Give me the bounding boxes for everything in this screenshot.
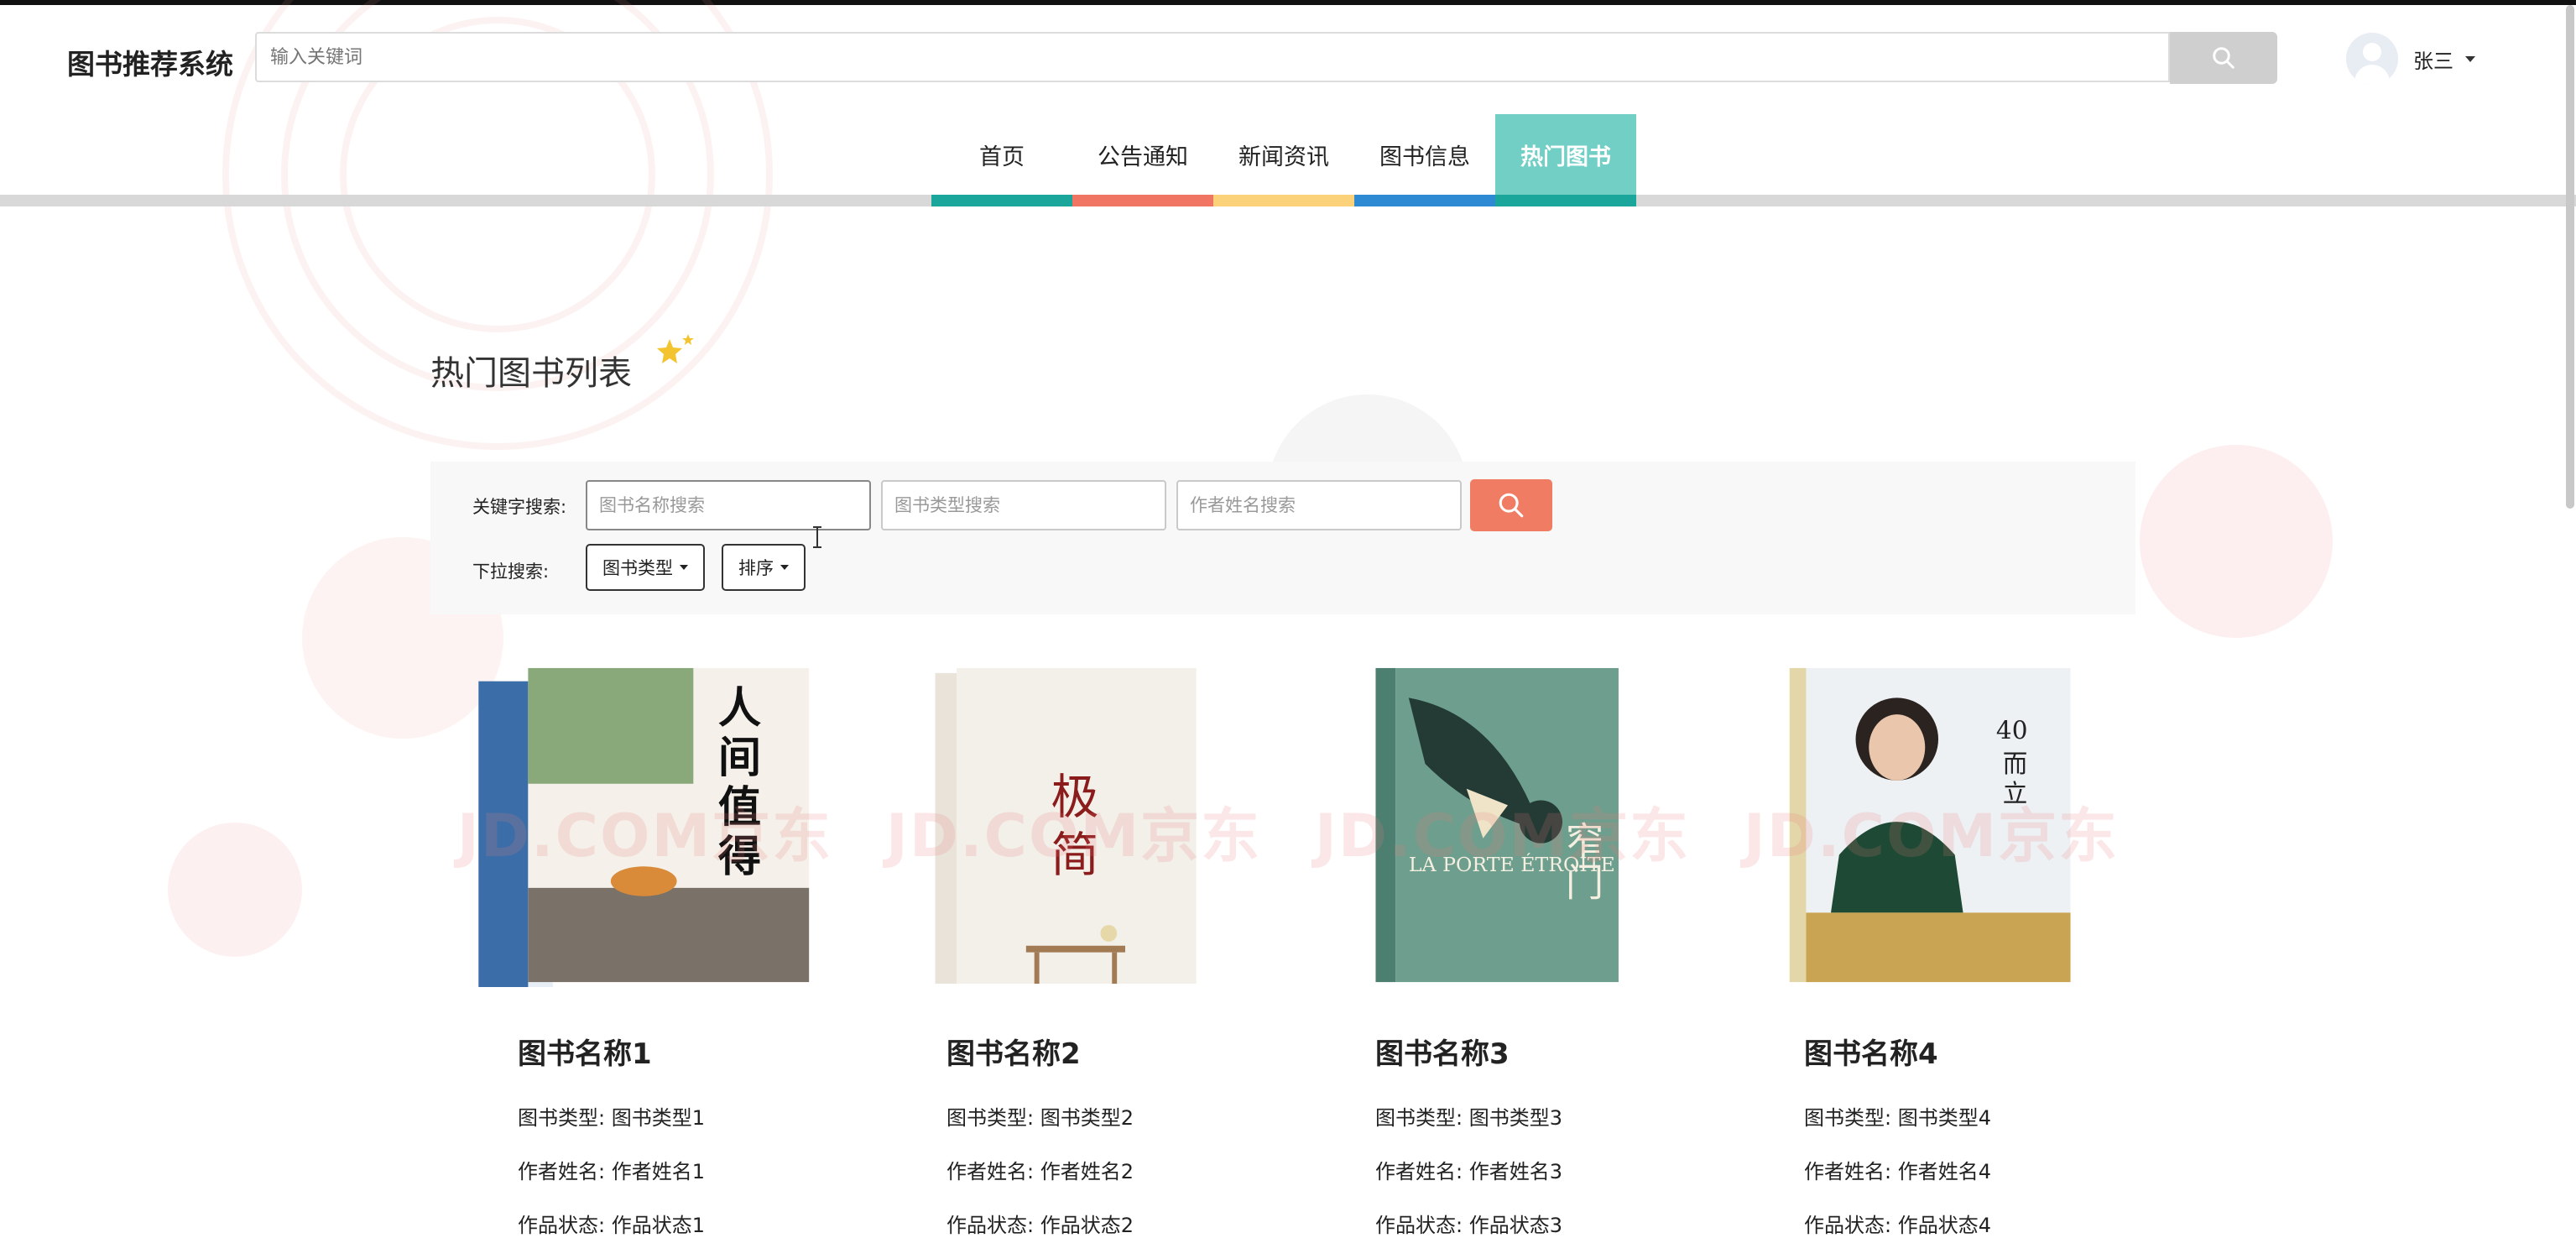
- chevron-down-icon: [2465, 55, 2475, 62]
- book-status-line: 作品状态: 作品状态2: [946, 1209, 1134, 1238]
- field-label: 作者姓名:: [1804, 1160, 1892, 1183]
- nav-item-books[interactable]: 图书信息: [1354, 114, 1495, 206]
- book-type-line: 图书类型: 图书类型4: [1804, 1101, 1991, 1131]
- user-name: 张三: [2413, 49, 2453, 73]
- svg-text:间: 间: [718, 733, 761, 783]
- book-type-search-input[interactable]: 图书类型搜索: [881, 480, 1166, 530]
- svg-text:人: 人: [718, 683, 761, 734]
- dropdown-label: 排序: [738, 558, 774, 578]
- nav-item-notice[interactable]: 公告通知: [1072, 114, 1213, 206]
- window-top-edge: [0, 0, 2576, 5]
- nav-color-bar: [1495, 195, 1636, 206]
- search-icon: [1499, 493, 1524, 518]
- field-value: 图书类型4: [1897, 1106, 1992, 1130]
- sort-dropdown[interactable]: 排序: [722, 544, 806, 591]
- nav-item-label: 新闻资讯: [1238, 144, 1329, 170]
- dropdown-label: 图书类型: [602, 558, 673, 578]
- field-value: 作者姓名3: [1468, 1160, 1563, 1183]
- field-label: 图书类型:: [1804, 1106, 1892, 1130]
- author-search-input[interactable]: 作者姓名搜索: [1176, 480, 1462, 530]
- nav-color-bar: [1072, 195, 1213, 206]
- nav-item-news[interactable]: 新闻资讯: [1213, 114, 1354, 206]
- search-button[interactable]: [2170, 32, 2277, 84]
- field-value: 作者姓名2: [1040, 1160, 1134, 1183]
- nav-item-label: 公告通知: [1098, 144, 1188, 170]
- field-label: 作品状态:: [946, 1214, 1035, 1237]
- bg-decor-circle: [2140, 445, 2333, 638]
- book-status-line: 作品状态: 作品状态3: [1375, 1209, 1562, 1238]
- book-author-line: 作者姓名: 作者姓名2: [946, 1155, 1134, 1184]
- nav-item-label: 图书信息: [1379, 144, 1470, 170]
- star-icon: [657, 334, 694, 363]
- search-input[interactable]: [255, 32, 2170, 82]
- search-icon: [2213, 47, 2234, 69]
- svg-text:而: 而: [2003, 750, 2028, 778]
- nav-color-bar: [1213, 195, 1354, 206]
- book-type-line: 图书类型: 图书类型2: [946, 1101, 1134, 1131]
- nav-item-hot-books[interactable]: 热门图书: [1495, 114, 1636, 206]
- field-value: 图书类型2: [1040, 1106, 1134, 1130]
- field-label: 作品状态:: [1804, 1214, 1892, 1237]
- book-name[interactable]: 图书名称3: [1375, 1031, 1510, 1072]
- book-name[interactable]: 图书名称2: [946, 1031, 1081, 1072]
- nav-item-label: 首页: [979, 144, 1025, 170]
- page-title: 热门图书列表: [430, 354, 632, 393]
- field-label: 图书类型:: [946, 1106, 1035, 1130]
- book-status-line: 作品状态: 作品状态1: [518, 1209, 705, 1238]
- book-author-line: 作者姓名: 作者姓名4: [1804, 1155, 1991, 1184]
- user-menu[interactable]: 张三: [2346, 32, 2475, 86]
- book-name[interactable]: 图书名称1: [518, 1031, 652, 1072]
- field-value: 图书类型1: [611, 1106, 706, 1130]
- watermark: JD.COM京东: [456, 802, 833, 870]
- watermark: JD.COM京东: [885, 802, 1262, 870]
- dropdown-search-label: 下拉搜索:: [472, 562, 550, 582]
- avatar: [2346, 33, 2398, 85]
- text-cursor-icon: [813, 526, 821, 548]
- book-type-line: 图书类型: 图书类型3: [1375, 1101, 1562, 1131]
- scrollbar[interactable]: [2566, 5, 2574, 509]
- field-value: 作品状态4: [1897, 1214, 1992, 1237]
- book-name-search-input[interactable]: 图书名称搜索: [586, 480, 871, 530]
- field-label: 作者姓名:: [518, 1160, 606, 1183]
- book-type-dropdown[interactable]: 图书类型: [586, 544, 705, 591]
- nav-item-label: 热门图书: [1520, 144, 1611, 170]
- filter-search-button[interactable]: [1470, 479, 1552, 531]
- field-label: 作者姓名:: [946, 1160, 1035, 1183]
- bg-decor-circle: [168, 823, 302, 957]
- book-author-line: 作者姓名: 作者姓名1: [518, 1155, 705, 1184]
- field-label: 作品状态:: [518, 1214, 606, 1237]
- book-type-line: 图书类型: 图书类型1: [518, 1101, 705, 1131]
- svg-text:40: 40: [1996, 717, 2028, 745]
- book-name[interactable]: 图书名称4: [1804, 1031, 1938, 1072]
- field-value: 作者姓名1: [611, 1160, 706, 1183]
- book-author-line: 作者姓名: 作者姓名3: [1375, 1155, 1562, 1184]
- nav-color-bar: [931, 195, 1072, 206]
- field-label: 作者姓名:: [1375, 1160, 1463, 1183]
- field-value: 作品状态3: [1468, 1214, 1563, 1237]
- keyword-search-label: 关键字搜索:: [472, 497, 567, 517]
- watermark: JD.COM京东: [1743, 802, 2120, 870]
- book-status-line: 作品状态: 作品状态4: [1804, 1209, 1991, 1238]
- field-label: 图书类型:: [518, 1106, 606, 1130]
- caret-down-icon: [680, 565, 688, 570]
- field-value: 图书类型3: [1468, 1106, 1563, 1130]
- watermark: JD.COM京东: [1314, 802, 1691, 870]
- caret-down-icon: [780, 565, 789, 570]
- field-label: 图书类型:: [1375, 1106, 1463, 1130]
- field-value: 作品状态1: [611, 1214, 706, 1237]
- brand-title: 图书推荐系统: [67, 48, 233, 81]
- field-label: 作品状态:: [1375, 1214, 1463, 1237]
- main-nav: 首页 公告通知 新闻资讯 图书信息 热门图书: [931, 114, 1636, 206]
- nav-item-home[interactable]: 首页: [931, 114, 1072, 206]
- field-value: 作者姓名4: [1897, 1160, 1992, 1183]
- nav-color-bar: [1354, 195, 1495, 206]
- top-search: [255, 32, 2277, 86]
- field-value: 作品状态2: [1040, 1214, 1134, 1237]
